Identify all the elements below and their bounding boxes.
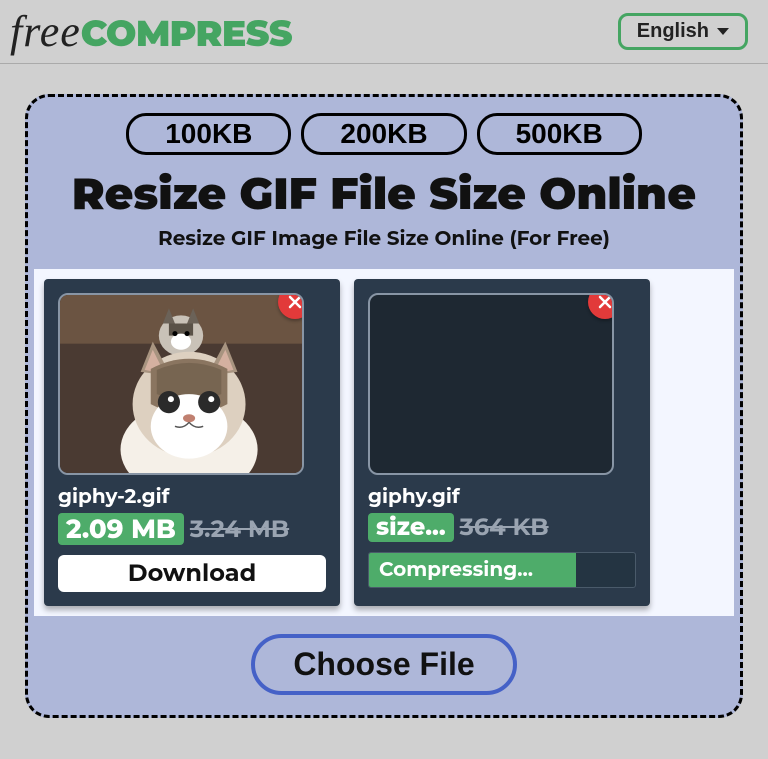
close-icon	[597, 294, 613, 310]
compressed-size: 2.09 MB	[58, 513, 184, 545]
main-container: 100KB 200KB 500KB Resize GIF File Size O…	[25, 94, 743, 718]
logo[interactable]: freeCOMPRESS	[10, 6, 292, 57]
page-title: Resize GIF File Size Online	[34, 167, 734, 221]
size-tab-500kb[interactable]: 500KB	[477, 113, 642, 155]
file-thumbnail	[58, 293, 304, 475]
choose-file-button[interactable]: Choose File	[251, 634, 516, 695]
language-selector[interactable]: English	[618, 13, 748, 50]
file-name: giphy.gif	[368, 485, 636, 509]
compress-progress: Compressing...	[368, 552, 636, 588]
file-name: giphy-2.gif	[58, 485, 326, 509]
chevron-down-icon	[717, 28, 729, 35]
size-tab-200kb[interactable]: 200KB	[301, 113, 466, 155]
logo-free-text: free	[10, 7, 81, 56]
close-icon	[287, 294, 303, 310]
original-size: 364 KB	[460, 513, 549, 542]
size-tab-100kb[interactable]: 100KB	[126, 113, 291, 155]
language-label: English	[637, 20, 709, 43]
file-card: giphy-2.gif 2.09 MB 3.24 MB Download	[44, 279, 340, 606]
file-size-row: size... 364 KB	[368, 513, 636, 542]
compressed-size: size...	[368, 513, 454, 542]
download-button[interactable]: Download	[58, 555, 326, 592]
logo-compress-text: COMPRESS	[81, 12, 292, 56]
header: freeCOMPRESS English	[0, 0, 768, 64]
close-button[interactable]	[588, 293, 614, 319]
page-subtitle: Resize GIF Image File Size Online (For F…	[34, 227, 734, 251]
file-cards-area: giphy-2.gif 2.09 MB 3.24 MB Download gip…	[34, 269, 734, 616]
file-size-row: 2.09 MB 3.24 MB	[58, 513, 326, 545]
size-preset-tabs: 100KB 200KB 500KB	[34, 113, 734, 155]
file-card: giphy.gif size... 364 KB Compressing...	[354, 279, 650, 606]
file-thumbnail	[368, 293, 614, 475]
original-size: 3.24 MB	[190, 515, 289, 544]
cat-image-icon	[60, 295, 302, 473]
compressing-label: Compressing...	[379, 558, 533, 582]
